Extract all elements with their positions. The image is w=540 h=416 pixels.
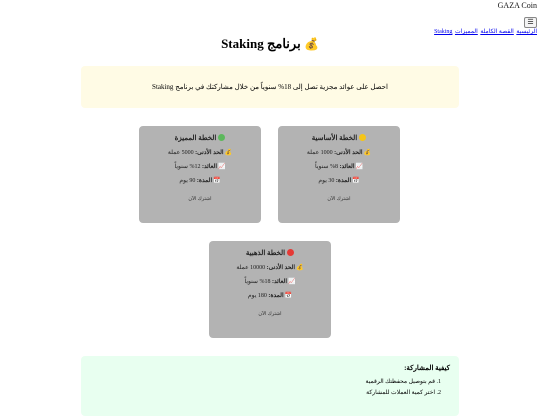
- plan-yield-row: 📈العائد: 8% سنوياً: [278, 163, 400, 170]
- plan-min-label: الحد الأدنى:: [195, 150, 224, 156]
- plan-min-value: 5000 عملة: [167, 150, 194, 156]
- plan-min-row: 💰الحد الأدنى: 1000 عملة: [278, 149, 400, 156]
- plan-min-row: 💰الحد الأدنى: 10000 عملة: [209, 264, 331, 271]
- plan-period-value: 30 يوم: [318, 178, 335, 184]
- plan-period-label: المدة:: [335, 178, 352, 184]
- join-button-premium[interactable]: اشترك الآن: [184, 195, 215, 203]
- page-title-text: برنامج Staking: [221, 36, 301, 51]
- main-nav: الرئيسية القصة الكاملة المميزات Staking: [433, 29, 537, 36]
- plan-min-value: 10000 عملة: [236, 265, 266, 271]
- money-bag-icon: 💰: [303, 37, 319, 51]
- plan-name: الخطة المميزة: [174, 134, 217, 142]
- plan-card-basic: الخطة الأساسية 💰الحد الأدنى: 1000 عملة 📈…: [278, 126, 400, 223]
- intro-text: احصل على عوائد مجزية تصل إلى 18% سنوياً …: [152, 83, 388, 91]
- calendar-icon: 📅: [352, 177, 360, 184]
- nav-link-story[interactable]: القصة الكاملة: [480, 29, 514, 35]
- brand-name: GAZA Coin: [497, 1, 537, 10]
- nav-link-features[interactable]: المميزات: [455, 29, 478, 35]
- plan-yield-value: 12% سنوياً: [174, 164, 201, 170]
- plan-yield-label: العائد:: [339, 164, 355, 170]
- plan-period-row: 📅المدة: 90 يوم: [139, 177, 261, 184]
- nav-link-staking[interactable]: Staking: [434, 29, 452, 35]
- plan-yield-label: العائد:: [271, 279, 287, 285]
- plan-period-value: 180 يوم: [247, 293, 267, 299]
- nav-link-home[interactable]: الرئيسية: [516, 29, 537, 35]
- plan-yield-row: 📈العائد: 18% سنوياً: [209, 278, 331, 285]
- plan-color-dot-icon: [359, 134, 367, 141]
- plan-card-gold: الخطة الذهبية 💰الحد الأدنى: 10000 عملة 📈…: [209, 241, 331, 338]
- steps-list: قم بتوصيل محفظتك الرقمية اختر كمية العمل…: [81, 378, 445, 396]
- plan-title: الخطة المميزة: [139, 134, 261, 142]
- join-button-basic[interactable]: اشترك الآن: [323, 195, 354, 203]
- plan-title: الخطة الأساسية: [278, 134, 400, 142]
- plan-period-row: 📅المدة: 180 يوم: [209, 292, 331, 299]
- plan-color-dot-icon: [218, 134, 226, 141]
- list-item: اختر كمية العملات للمشاركة: [81, 389, 435, 396]
- plan-color-dot-icon: [287, 249, 295, 256]
- plan-name: الخطة الذهبية: [245, 249, 286, 257]
- plan-period-label: المدة:: [196, 178, 213, 184]
- coins-icon: 💰: [224, 149, 233, 156]
- calendar-icon: 📅: [213, 177, 221, 184]
- coins-icon: 💰: [296, 264, 304, 271]
- calendar-icon: 📅: [284, 292, 293, 299]
- plan-period-value: 90 يوم: [179, 178, 196, 184]
- intro-banner: احصل على عوائد مجزية تصل إلى 18% سنوياً …: [81, 66, 459, 108]
- top-bar: GAZA Coin ☰ الرئيسية القصة الكاملة الممي…: [433, 1, 537, 36]
- plan-min-value: 1000 عملة: [306, 150, 333, 156]
- list-item: قم بتوصيل محفظتك الرقمية: [81, 378, 435, 385]
- plan-yield-value: 8% سنوياً: [315, 164, 338, 170]
- plan-period-label: المدة:: [268, 293, 284, 299]
- plan-card-premium: الخطة المميزة 💰الحد الأدنى: 5000 عملة 📈ا…: [139, 126, 261, 223]
- menu-icon[interactable]: ☰: [524, 16, 537, 28]
- how-to-title: كيفية المشاركة:: [404, 364, 450, 372]
- page-title: 💰 برنامج Staking: [0, 36, 540, 52]
- plan-yield-label: العائد:: [201, 164, 217, 170]
- plan-period-row: 📅المدة: 30 يوم: [278, 177, 400, 184]
- chart-icon: 📈: [288, 278, 296, 285]
- chart-icon: 📈: [218, 163, 226, 170]
- how-to-participate: كيفية المشاركة: قم بتوصيل محفظتك الرقمية…: [81, 356, 459, 416]
- plan-min-row: 💰الحد الأدنى: 5000 عملة: [139, 149, 261, 156]
- plan-min-label: الحد الأدنى:: [334, 150, 363, 156]
- plan-name: الخطة الأساسية: [311, 134, 358, 142]
- plan-min-label: الحد الأدنى:: [266, 265, 296, 271]
- plan-title: الخطة الذهبية: [209, 249, 331, 257]
- join-button-gold[interactable]: اشترك الآن: [254, 310, 285, 318]
- coins-icon: 💰: [363, 149, 372, 156]
- plan-yield-value: 18% سنوياً: [244, 279, 271, 285]
- chart-icon: 📈: [355, 163, 363, 170]
- plan-yield-row: 📈العائد: 12% سنوياً: [139, 163, 261, 170]
